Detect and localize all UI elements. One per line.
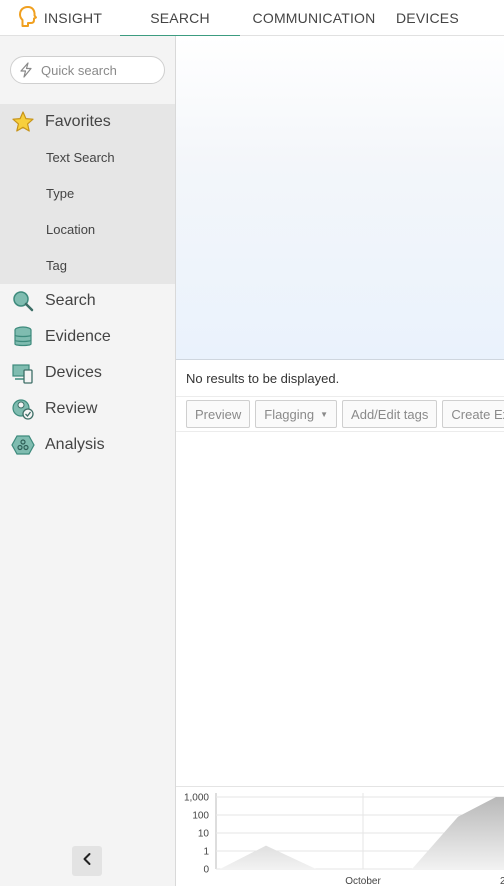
preview-button-label: Preview — [195, 406, 242, 422]
review-icon — [0, 397, 45, 421]
chart-x-tick-label: October — [345, 876, 381, 887]
favorite-item-type[interactable]: Type — [0, 175, 175, 211]
main-panel: No results to be displayed. Preview Flag… — [176, 36, 504, 887]
sidebar-item-search[interactable]: Search — [0, 283, 175, 319]
quick-search[interactable] — [10, 56, 165, 84]
add-edit-tags-button[interactable]: Add/Edit tags — [342, 400, 438, 428]
create-export-button[interactable]: Create Exp — [442, 400, 504, 428]
chart-x-ticks: October 2 — [345, 876, 504, 887]
results-preview-area — [176, 36, 504, 360]
flagging-dropdown[interactable]: Flagging ▼ — [255, 400, 338, 428]
sidebar-item-devices[interactable]: Devices — [0, 355, 175, 391]
favorite-item-text-search[interactable]: Text Search — [0, 139, 175, 175]
add-edit-tags-button-label: Add/Edit tags — [351, 406, 429, 422]
caret-down-icon: ▼ — [320, 409, 329, 419]
star-icon — [0, 110, 45, 134]
chart-y-tick-label: 10 — [198, 829, 210, 840]
sidebar-item-label: Search — [45, 292, 96, 309]
chart-y-tick-label: 100 — [192, 811, 209, 822]
database-icon — [0, 325, 45, 349]
sidebar-item-favorites[interactable]: Favorites — [0, 104, 175, 140]
analysis-icon — [0, 433, 45, 457]
sidebar-item-label: Devices — [45, 364, 102, 381]
tab-devices-label: DEVICES — [396, 10, 459, 26]
results-status: No results to be displayed. — [186, 371, 340, 386]
chart-y-tick-label: 1 — [203, 847, 209, 858]
chart-y-tick-label: 1,000 — [184, 793, 209, 804]
preview-button[interactable]: Preview — [186, 400, 251, 428]
tab-devices[interactable]: DEVICES — [388, 0, 504, 36]
flagging-dropdown-label: Flagging — [264, 406, 315, 422]
search-icon — [0, 289, 45, 313]
create-export-button-label: Create Exp — [451, 406, 504, 422]
tab-communication[interactable]: COMMUNICATION — [240, 0, 388, 36]
chevron-left-icon — [81, 852, 93, 871]
devices-icon — [0, 361, 45, 385]
favorite-item-location[interactable]: Location — [0, 211, 175, 247]
favorite-item-tag[interactable]: Tag — [0, 247, 175, 283]
chart-y-tick-label: 0 — [203, 865, 209, 876]
tab-insight[interactable]: INSIGHT — [0, 0, 120, 36]
chart-y-ticks: 1,0001001010 — [184, 793, 209, 876]
sidebar-item-label: Review — [45, 400, 98, 417]
sidebar-item-label: Favorites — [45, 113, 111, 130]
chart-x-tick-label: 2 — [500, 876, 504, 887]
sidebar-item-label: Evidence — [45, 328, 111, 345]
quick-search-input[interactable] — [41, 62, 151, 78]
insight-logo-icon — [18, 5, 38, 32]
collapse-sidebar-button[interactable] — [72, 846, 102, 876]
timeline-chart-svg: 1,0001001010 October 2 — [184, 793, 504, 887]
tab-search[interactable]: SEARCH — [120, 0, 240, 37]
lightning-icon — [11, 62, 41, 78]
tab-search-label: SEARCH — [150, 10, 210, 26]
results-toolbar: Preview Flagging ▼ Add/Edit tags Create E… — [176, 396, 504, 432]
tab-insight-label: INSIGHT — [43, 10, 103, 26]
sidebar-item-label: Analysis — [45, 436, 105, 453]
timeline-chart[interactable]: 1,000 100 10 1 0 October 2 — [176, 786, 504, 887]
top-nav: INSIGHT SEARCH COMMUNICATION DEVICES — [0, 0, 504, 37]
sidebar-item-evidence[interactable]: Evidence — [0, 319, 175, 355]
sidebar-item-review[interactable]: Review — [0, 391, 175, 427]
sidebar: Favorites Text Search Type Location Tag … — [0, 36, 176, 886]
sidebar-item-analysis[interactable]: Analysis — [0, 427, 175, 463]
tab-communication-label: COMMUNICATION — [252, 10, 376, 26]
